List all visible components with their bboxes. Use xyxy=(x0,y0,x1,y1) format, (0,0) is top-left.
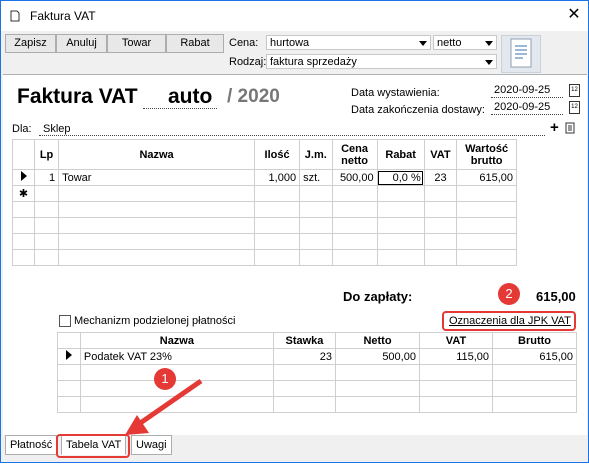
document-icon xyxy=(10,10,20,22)
new-row[interactable]: ✱ xyxy=(12,185,517,202)
cell-rate[interactable]: 23 xyxy=(272,348,337,365)
column-header[interactable]: Cena netto xyxy=(331,139,378,170)
step-badge-2: 2 xyxy=(498,283,520,305)
row-indicator-header xyxy=(57,332,81,349)
total-label: Do zapłaty: xyxy=(343,289,413,304)
split-payment-checkbox[interactable] xyxy=(59,315,71,327)
column-header[interactable]: Ilość xyxy=(254,139,301,170)
invoice-number[interactable]: auto xyxy=(168,85,212,109)
column-header[interactable]: Stawka xyxy=(272,332,337,349)
highlight-jpk-button xyxy=(442,311,576,331)
invoice-year: / 2020 xyxy=(227,86,280,107)
column-header[interactable]: Brutto xyxy=(492,332,577,349)
cell-net[interactable]: 500,00 xyxy=(335,348,420,365)
empty-row xyxy=(57,380,577,397)
column-header[interactable]: Netto xyxy=(335,332,420,349)
table-row[interactable]: Podatek VAT 23% 23 500,00 115,00 615,00 xyxy=(57,348,577,365)
total-amount: 615,00 xyxy=(536,289,576,304)
invoice-title: Faktura VAT xyxy=(17,85,138,108)
document-type-select[interactable]: faktura sprzedaży xyxy=(266,54,497,69)
price-label: Cena: xyxy=(229,37,259,49)
empty-row xyxy=(12,201,517,218)
delivery-date-underline xyxy=(491,114,563,115)
save-button[interactable]: Zapisz xyxy=(5,34,56,53)
price-select-value: hurtowa xyxy=(270,37,310,49)
empty-row xyxy=(57,364,577,381)
invoice-form: Faktura VAT auto / 2020 Data wystawienia… xyxy=(3,74,587,435)
recipient-list-icon[interactable] xyxy=(565,122,575,134)
type-label: Rodzaj: xyxy=(229,56,267,68)
cell-net-price[interactable]: 500,00 xyxy=(331,169,378,186)
number-underline xyxy=(143,108,217,109)
empty-row xyxy=(12,249,517,266)
cell-discount[interactable]: 0,0 % xyxy=(376,169,425,186)
cell-vat[interactable]: 115,00 xyxy=(418,348,494,365)
cell-lp[interactable]: 1 xyxy=(33,169,60,186)
price-type-value: netto xyxy=(437,37,462,49)
column-header[interactable]: Nazwa xyxy=(79,332,274,349)
cell-vat[interactable]: 23 xyxy=(423,169,458,186)
close-button[interactable]: ✕ xyxy=(561,3,587,27)
add-recipient-button[interactable]: + xyxy=(550,119,559,136)
invoice-window: Faktura VAT ✕ Zapisz Anuluj Towar Rabat … xyxy=(0,0,589,463)
price-select[interactable]: hurtowa xyxy=(266,35,431,50)
column-header[interactable]: Wartość brutto xyxy=(456,139,517,170)
tab-payment[interactable]: Płatność xyxy=(5,435,58,455)
delivery-date-field[interactable]: 2020-09-25 xyxy=(494,101,550,113)
table-row[interactable]: 1 Towar 1,000 szt. 500,00 0,0 % 23 615,0… xyxy=(12,169,517,186)
chevron-down-icon xyxy=(419,41,427,46)
issue-date-label: Data wystawienia: xyxy=(351,87,440,99)
empty-row xyxy=(12,217,517,234)
empty-row xyxy=(12,233,517,250)
cell-quantity[interactable]: 1,000 xyxy=(254,169,301,186)
recipient-field[interactable]: Sklep xyxy=(43,123,71,135)
title-bar: Faktura VAT ✕ xyxy=(1,1,588,31)
chevron-down-icon xyxy=(485,41,493,46)
tab-notes[interactable]: Uwagi xyxy=(131,435,172,455)
column-header[interactable]: J.m. xyxy=(299,139,333,170)
toolbar: Zapisz Anuluj Towar Rabat Cena: hurtowa … xyxy=(1,31,588,73)
current-row-icon xyxy=(12,169,35,186)
new-row-icon: ✱ xyxy=(12,185,35,202)
vat-table: Nazwa Stawka Netto VAT Brutto Podatek VA… xyxy=(57,332,577,413)
step-badge-1: 1 xyxy=(154,368,176,390)
product-button[interactable]: Towar xyxy=(107,34,166,53)
calendar-icon[interactable]: 12 xyxy=(569,84,580,97)
empty-row xyxy=(57,396,577,413)
column-header[interactable]: VAT xyxy=(423,139,458,170)
recipient-underline xyxy=(39,135,545,136)
cell-name[interactable]: Towar xyxy=(58,169,256,186)
column-header[interactable]: Lp xyxy=(33,139,60,170)
discount-button[interactable]: Rabat xyxy=(166,34,224,53)
document-type-value: faktura sprzedaży xyxy=(270,56,357,68)
cancel-button[interactable]: Anuluj xyxy=(56,34,107,53)
cell-unit[interactable]: szt. xyxy=(299,169,333,186)
issue-date-field[interactable]: 2020-09-25 xyxy=(494,84,550,96)
cell-tax-name[interactable]: Podatek VAT 23% xyxy=(79,348,274,365)
calendar-icon[interactable]: 12 xyxy=(569,101,580,114)
window-title: Faktura VAT xyxy=(30,9,96,23)
cell-gross[interactable]: 615,00 xyxy=(456,169,517,186)
items-table: Lp Nazwa Ilość J.m. Cena netto Rabat VAT… xyxy=(12,139,517,266)
delivery-date-label: Data zakończenia dostawy: xyxy=(351,104,485,116)
column-header[interactable]: Nazwa xyxy=(58,139,256,170)
column-header[interactable]: Rabat xyxy=(376,139,425,170)
split-payment-label: Mechanizm podzielonej płatności xyxy=(74,315,236,327)
cell-gross[interactable]: 615,00 xyxy=(492,348,577,365)
document-preview-icon[interactable] xyxy=(501,35,541,73)
column-header[interactable]: VAT xyxy=(418,332,494,349)
current-row-icon xyxy=(57,348,81,365)
row-indicator-header xyxy=(12,139,35,170)
recipient-label: Dla: xyxy=(12,123,32,135)
price-type-select[interactable]: netto xyxy=(433,35,497,50)
highlight-vat-tab xyxy=(56,434,130,458)
chevron-down-icon xyxy=(485,60,493,65)
issue-date-underline xyxy=(491,97,563,98)
